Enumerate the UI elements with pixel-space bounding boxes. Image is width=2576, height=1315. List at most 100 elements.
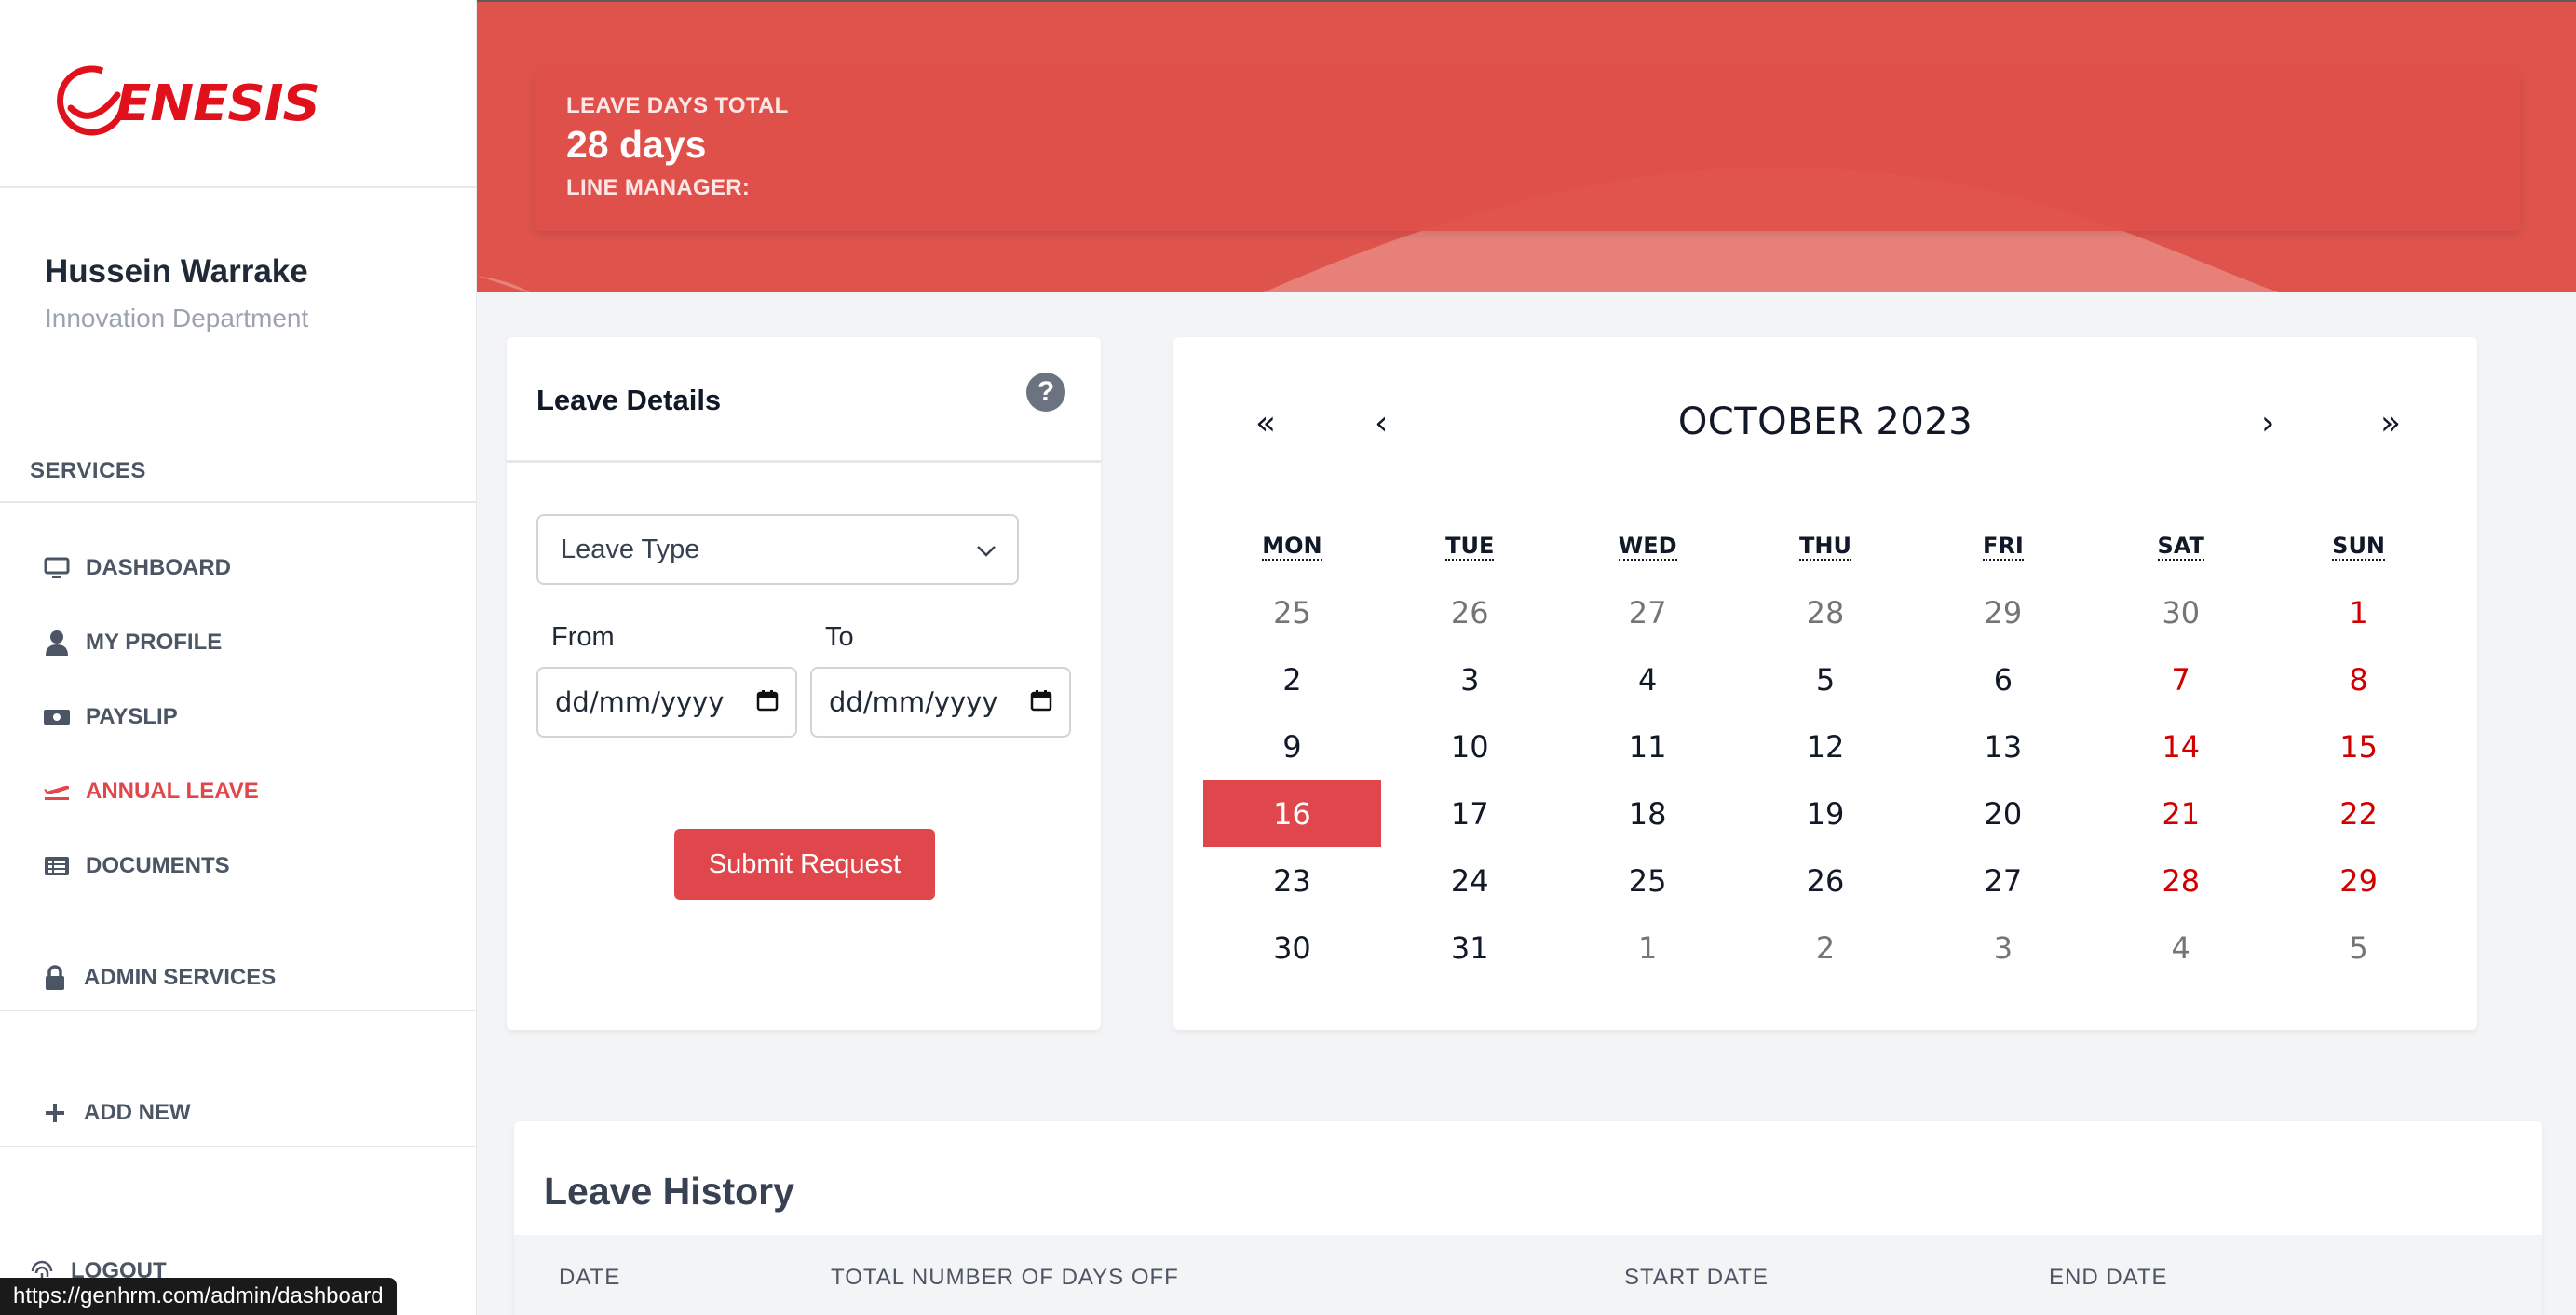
calendar-day[interactable]: 2 <box>1203 646 1381 713</box>
calendar-day[interactable]: 27 <box>1914 847 2092 915</box>
calendar-day[interactable]: 21 <box>2092 780 2270 847</box>
calendar-day[interactable]: 5 <box>2270 915 2447 982</box>
calendar-card: « ‹ OCTOBER 2023 › » MON TUE WED THU FRI SAT S… <box>1173 337 2477 1030</box>
leave-summary-card: LEAVE DAYS TOTAL 28 days LINE MANAGER: <box>535 67 2520 231</box>
weekday-text: SAT <box>2157 533 2204 561</box>
calendar-day[interactable]: 9 <box>1203 713 1381 780</box>
sidebar-item-payslip[interactable]: PAYSLIP <box>43 703 178 731</box>
calendar-day[interactable]: 25 <box>1203 579 1381 646</box>
calendar-day[interactable]: 14 <box>2092 713 2270 780</box>
next-year-button[interactable]: » <box>2380 404 2401 442</box>
next-month-button[interactable]: › <box>2261 404 2274 442</box>
submit-request-button[interactable]: Submit Request <box>674 829 935 900</box>
sidebar-item-label: ADMIN SERVICES <box>84 965 277 990</box>
weekday-label: SAT <box>2092 533 2270 579</box>
sidebar-item-label: DOCUMENTS <box>86 853 230 878</box>
calendar-day[interactable]: 5 <box>1737 646 1915 713</box>
lock-icon <box>41 964 69 992</box>
calendar-day[interactable]: 28 <box>1737 579 1915 646</box>
calendar-day[interactable]: 4 <box>1559 646 1737 713</box>
sidebar-item-dashboard[interactable]: DASHBOARD <box>43 554 231 582</box>
calendar-day[interactable]: 15 <box>2270 713 2447 780</box>
calendar-day[interactable]: 16 <box>1203 780 1381 847</box>
calendar-day[interactable]: 26 <box>1381 579 1559 646</box>
leave-type-select[interactable]: Leave Type <box>536 514 1019 585</box>
calendar-day[interactable]: 26 <box>1737 847 1915 915</box>
calendar-day[interactable]: 12 <box>1737 713 1915 780</box>
calendar-day[interactable]: 11 <box>1559 713 1737 780</box>
status-bar-url: https://genhrm.com/admin/dashboard <box>0 1278 397 1315</box>
calendar-day[interactable]: 1 <box>1559 915 1737 982</box>
user-name: Hussein Warrake <box>45 253 308 290</box>
chevron-down-icon <box>976 535 997 565</box>
sidebar-item-admin-services[interactable]: ADMIN SERVICES <box>41 964 276 992</box>
calendar-day[interactable]: 19 <box>1737 780 1915 847</box>
weekday-label: WED <box>1559 533 1737 579</box>
leave-history-table-header: DATE TOTAL NUMBER OF DAYS OFF START DATE… <box>514 1235 2542 1315</box>
sidebar-item-label: DASHBOARD <box>86 555 231 580</box>
to-date-value: dd/mm/yyyy <box>829 686 998 718</box>
calendar-day[interactable]: 30 <box>1203 915 1381 982</box>
calendar-icon[interactable] <box>1030 686 1052 718</box>
calendar-week-row: 2345678 <box>1203 646 2447 713</box>
logo-text: ENESIS <box>115 75 320 132</box>
calendar-day[interactable]: 25 <box>1559 847 1737 915</box>
calendar-day[interactable]: 2 <box>1737 915 1915 982</box>
plus-icon <box>41 1099 69 1127</box>
question-circle-icon[interactable]: ? <box>1026 373 1065 412</box>
sidebar-item-label: ADD NEW <box>84 1100 191 1125</box>
calendar-day[interactable]: 3 <box>1914 915 2092 982</box>
calendar-day[interactable]: 20 <box>1914 780 2092 847</box>
calendar-day[interactable]: 17 <box>1381 780 1559 847</box>
calendar-day[interactable]: 4 <box>2092 915 2270 982</box>
weekday-label: FRI <box>1914 533 2092 579</box>
column-header-date[interactable]: DATE <box>559 1265 620 1291</box>
sidebar-item-label: MY PROFILE <box>86 630 223 655</box>
genesis-logo[interactable]: ENESIS <box>50 61 320 140</box>
calendar-day[interactable]: 24 <box>1381 847 1559 915</box>
divider <box>0 1146 477 1147</box>
weekday-label: MON <box>1203 533 1381 579</box>
calendar-day[interactable]: 28 <box>2092 847 2270 915</box>
calendar-day[interactable]: 27 <box>1559 579 1737 646</box>
sidebar-item-annual-leave[interactable]: ANNUAL LEAVE <box>43 778 259 806</box>
column-header-total-days[interactable]: TOTAL NUMBER OF DAYS OFF <box>831 1265 1179 1291</box>
weekday-label: TUE <box>1381 533 1559 579</box>
documents-icon <box>43 852 71 880</box>
calendar-body: 25 26 27 28 29 30 1 2 3 4 5 6 7 8 9 10 11 12 13 14 15 16 17 18 1… <box>1203 579 2447 982</box>
calendar-grid: MON TUE WED THU FRI SAT SUN 25 26 27 28 29 30 1 2 3 4 5 6… <box>1203 533 2447 982</box>
sidebar-item-add-new[interactable]: ADD NEW <box>41 1099 191 1127</box>
calendar-day[interactable]: 7 <box>2092 646 2270 713</box>
weekday-text: THU <box>1799 533 1851 561</box>
calendar-day[interactable]: 22 <box>2270 780 2447 847</box>
calendar-day[interactable]: 30 <box>2092 579 2270 646</box>
weekday-text: SUN <box>2332 533 2386 561</box>
column-header-end-date[interactable]: END DATE <box>2049 1265 2168 1291</box>
calendar-icon[interactable] <box>756 686 779 718</box>
calendar-day[interactable]: 1 <box>2270 579 2447 646</box>
to-date-input[interactable]: dd/mm/yyyy <box>810 667 1071 738</box>
calendar-day[interactable]: 3 <box>1381 646 1559 713</box>
calendar-day[interactable]: 8 <box>2270 646 2447 713</box>
from-date-value: dd/mm/yyyy <box>555 686 725 718</box>
column-header-start-date[interactable]: START DATE <box>1624 1265 1769 1291</box>
sidebar-item-documents[interactable]: DOCUMENTS <box>43 852 230 880</box>
calendar-day[interactable]: 29 <box>1914 579 2092 646</box>
monitor-icon <box>43 554 71 582</box>
calendar-month-title[interactable]: OCTOBER 2023 <box>1173 400 2477 443</box>
calendar-day[interactable]: 13 <box>1914 713 2092 780</box>
leave-history-card: Leave History DATE TOTAL NUMBER OF DAYS … <box>514 1121 2542 1315</box>
sidebar-item-my-profile[interactable]: MY PROFILE <box>43 629 222 657</box>
calendar-day[interactable]: 31 <box>1381 915 1559 982</box>
money-icon <box>43 703 71 731</box>
weekday-text: WED <box>1618 533 1677 561</box>
line-manager-label: LINE MANAGER: <box>566 175 751 200</box>
calendar-day[interactable]: 18 <box>1559 780 1737 847</box>
calendar-day[interactable]: 23 <box>1203 847 1381 915</box>
calendar-day[interactable]: 29 <box>2270 847 2447 915</box>
sidebar-item-label: PAYSLIP <box>86 704 178 729</box>
calendar-day[interactable]: 10 <box>1381 713 1559 780</box>
calendar-day[interactable]: 6 <box>1914 646 2092 713</box>
leave-history-title: Leave History <box>544 1170 794 1213</box>
from-date-input[interactable]: dd/mm/yyyy <box>536 667 797 738</box>
